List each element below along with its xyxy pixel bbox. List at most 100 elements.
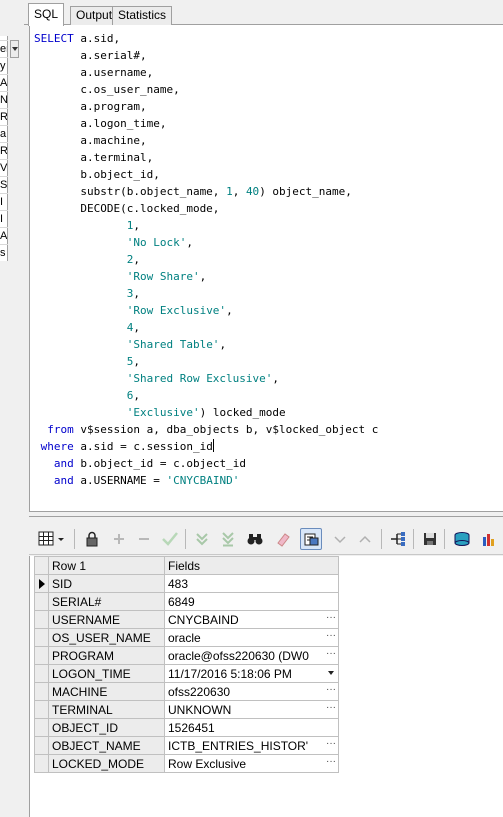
row-indicator[interactable] — [34, 628, 49, 647]
grid-row[interactable]: OBJECT_NAME ICTB_ENTRIES_HISTOR' ··· — [34, 736, 339, 755]
sql-number: 40 — [245, 185, 260, 198]
grid-row[interactable]: LOCKED_MODE Row Exclusive ··· — [34, 754, 339, 773]
left-pane-item[interactable]: A — [0, 229, 7, 243]
fetch-next-page-button[interactable] — [191, 528, 213, 550]
code-line: a.serial#, — [34, 49, 146, 62]
sql-string: 'CNYCBAIND' — [166, 474, 240, 487]
row-indicator[interactable] — [34, 682, 49, 701]
next-record-button[interactable] — [329, 528, 351, 550]
sql-code[interactable]: SELECT a.sid, a.serial#, a.username, c.o… — [34, 30, 378, 489]
field-value[interactable]: ICTB_ENTRIES_HISTOR' ··· — [164, 736, 339, 755]
field-value[interactable]: 483 — [164, 574, 339, 593]
field-value[interactable]: UNKNOWN ··· — [164, 700, 339, 719]
code-line: a.program, — [34, 100, 147, 113]
ellipsis-editor-icon[interactable]: ··· — [326, 685, 336, 695]
left-pane-item[interactable]: er — [0, 42, 7, 56]
tab-statistics[interactable]: Statistics — [112, 6, 173, 25]
code-line: and a.USERNAME = 'CNYCBAIND' — [34, 474, 239, 487]
field-value-text: 6849 — [168, 594, 195, 609]
left-pane-dropdown-button[interactable] — [10, 40, 19, 58]
previous-record-button[interactable] — [354, 528, 376, 550]
grid-row[interactable]: OS_USER_NAME oracle ··· — [34, 628, 339, 647]
grid-row[interactable]: PROGRAM oracle@ofss220630 (DW0 ··· — [34, 646, 339, 665]
left-pane-item[interactable]: R — [0, 144, 7, 158]
field-value[interactable]: CNYCBAIND ··· — [164, 610, 339, 629]
row-indicator[interactable] — [34, 718, 49, 737]
clear-button[interactable] — [272, 528, 294, 550]
left-pane-item[interactable]: A — [0, 76, 7, 90]
sql-text: ) object_name, — [259, 185, 352, 198]
field-value[interactable]: Row Exclusive ··· — [164, 754, 339, 773]
field-value[interactable]: oracle ··· — [164, 628, 339, 647]
left-pane-item[interactable]: V — [0, 161, 7, 175]
single-record-view-button[interactable] — [300, 528, 322, 550]
ellipsis-editor-icon[interactable]: ··· — [326, 631, 336, 641]
lock-button[interactable] — [81, 528, 103, 550]
grid-row[interactable]: SERIAL# 6849 — [34, 592, 339, 611]
ellipsis-editor-icon[interactable]: ··· — [326, 703, 336, 713]
sql-string: 'Shared Table' — [126, 338, 220, 351]
grid-row[interactable]: USERNAME CNYCBAIND ··· — [34, 610, 339, 629]
sql-editor[interactable]: SELECT a.sid, a.serial#, a.username, c.o… — [29, 25, 503, 511]
row-indicator[interactable] — [34, 736, 49, 755]
find-button[interactable] — [244, 528, 266, 550]
add-record-button[interactable] — [108, 528, 130, 550]
export-button[interactable] — [451, 528, 473, 550]
field-value[interactable]: 1526451 — [164, 718, 339, 737]
tab-output[interactable]: Output — [70, 6, 119, 25]
sql-text: , — [133, 287, 140, 300]
grid-row[interactable]: OBJECT_ID 1526451 — [34, 718, 339, 737]
field-value[interactable]: 6849 — [164, 592, 339, 611]
row-header[interactable]: Row 1 — [48, 556, 165, 575]
field-value[interactable]: ofss220630 ··· — [164, 682, 339, 701]
field-value[interactable]: oracle@ofss220630 (DW0 ··· — [164, 646, 339, 665]
pane-splitter[interactable] — [29, 511, 503, 517]
post-edit-button[interactable] — [159, 528, 181, 550]
sql-text: , — [133, 355, 140, 368]
left-pane-item[interactable]: a — [0, 127, 7, 141]
row-indicator[interactable] — [34, 610, 49, 629]
left-pane-item[interactable]: y — [0, 59, 7, 73]
chart-button[interactable] — [478, 528, 500, 550]
left-pane-item[interactable]: N — [0, 93, 7, 107]
fields-header[interactable]: Fields — [164, 556, 339, 575]
query-plan-button[interactable] — [387, 528, 409, 550]
left-pane-item[interactable]: s — [0, 246, 7, 260]
grid-layout-icon — [38, 531, 64, 546]
tab-sql[interactable]: SQL — [28, 3, 65, 26]
delete-record-button[interactable] — [133, 528, 155, 550]
chart-icon — [483, 534, 494, 546]
sql-keyword: and — [53, 474, 74, 487]
sql-text: a.program, — [34, 100, 147, 113]
field-value-text: 1526451 — [168, 720, 215, 735]
left-pane-item[interactable]: I — [0, 195, 7, 209]
save-button[interactable] — [419, 528, 441, 550]
grid-row[interactable]: LOGON_TIME 11/17/2016 5:18:06 PM — [34, 664, 339, 683]
field-value[interactable]: 11/17/2016 5:18:06 PM — [164, 664, 339, 683]
sql-text: , — [133, 389, 140, 402]
left-pane-item[interactable]: I — [0, 212, 7, 226]
row-indicator[interactable] — [34, 664, 49, 683]
ellipsis-editor-icon[interactable]: ··· — [326, 649, 336, 659]
field-value-text: oracle — [168, 630, 201, 645]
grid-layout-button[interactable] — [36, 528, 70, 550]
row-indicator[interactable] — [34, 646, 49, 665]
grid-row[interactable]: MACHINE ofss220630 ··· — [34, 682, 339, 701]
ellipsis-editor-icon[interactable]: ··· — [326, 739, 336, 749]
left-pane-item[interactable]: S — [0, 178, 7, 192]
grid-row[interactable]: SID 483 — [34, 574, 339, 593]
field-name: MACHINE — [48, 682, 165, 701]
left-pane-item[interactable]: R — [0, 110, 7, 124]
grid-row[interactable]: TERMINAL UNKNOWN ··· — [34, 700, 339, 719]
row-indicator[interactable] — [34, 592, 49, 611]
dropdown-arrow-icon[interactable] — [328, 671, 334, 675]
ellipsis-editor-icon[interactable]: ··· — [326, 613, 336, 623]
row-indicator[interactable] — [34, 574, 49, 593]
row-indicator[interactable] — [34, 754, 49, 773]
fetch-all-button[interactable] — [217, 528, 239, 550]
row-indicator[interactable] — [34, 700, 49, 719]
sql-text: a.USERNAME = — [73, 474, 167, 487]
ellipsis-editor-icon[interactable]: ··· — [326, 757, 336, 767]
code-line: 'No Lock', — [34, 236, 193, 249]
